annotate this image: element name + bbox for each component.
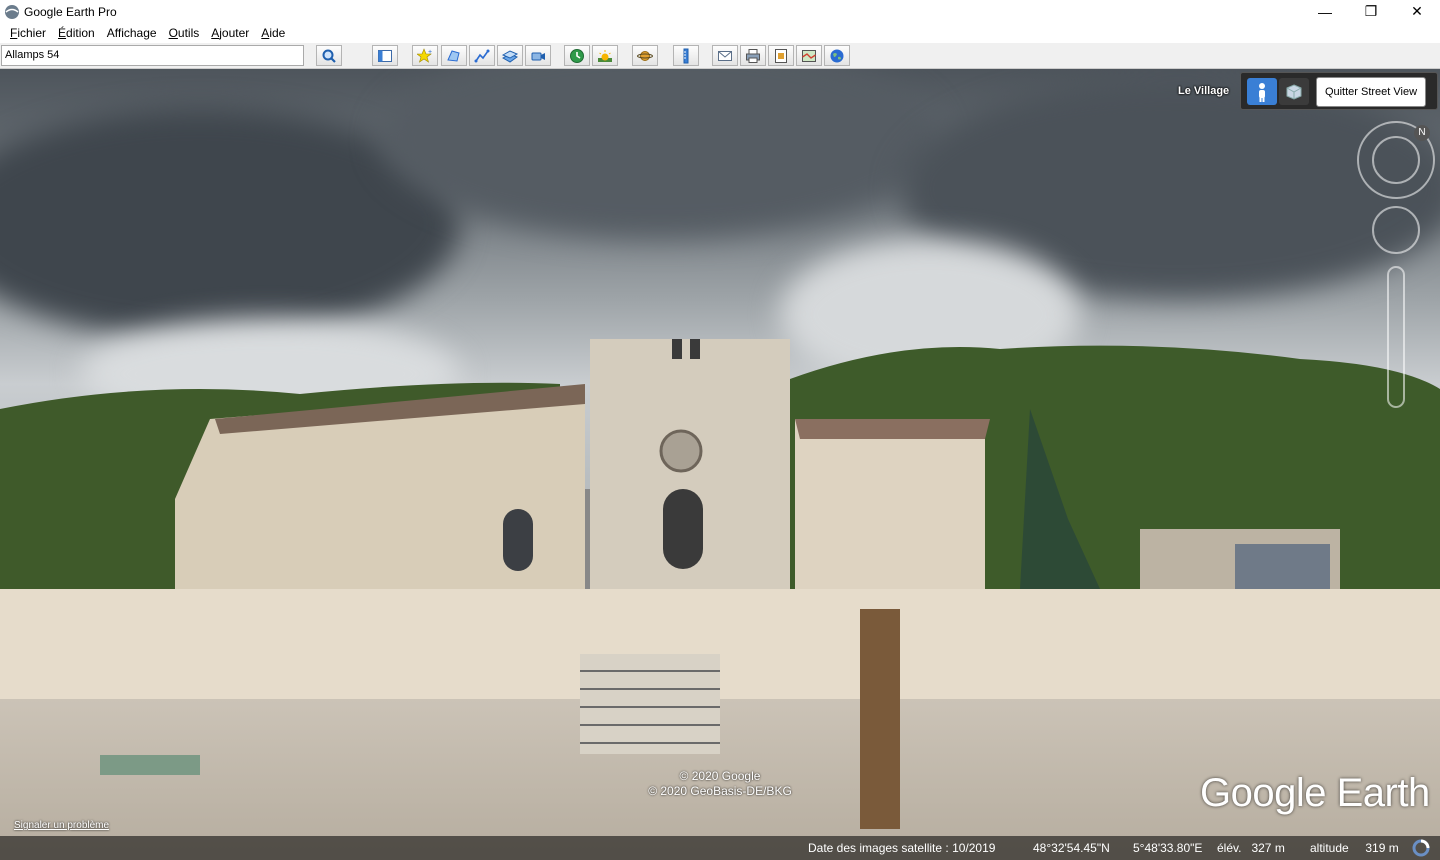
- pegman-icon: [1259, 82, 1265, 102]
- cube-icon: [1286, 83, 1302, 100]
- menu-edition-rest: dition: [66, 26, 95, 40]
- planets-icon: [637, 50, 653, 61]
- menu-ajouter[interactable]: Ajouter: [205, 23, 255, 43]
- ground-and-wall: [0, 589, 1440, 860]
- planets-button[interactable]: [632, 45, 658, 66]
- look-joystick-inner: [1372, 136, 1420, 184]
- streaming-progress-icon: [1412, 839, 1430, 857]
- polygon-icon: [447, 49, 460, 62]
- move-joystick[interactable]: [1372, 206, 1420, 254]
- menu-aide-rest: ide: [269, 26, 286, 40]
- copyright-line-2: © 2020 GeoBasis-DE/BKG: [648, 784, 792, 798]
- location-label: Le Village: [1178, 85, 1230, 97]
- tree-trunk: [860, 609, 900, 829]
- status-bar: Date des images satellite : 10/2019 48°3…: [0, 836, 1440, 860]
- menu-aide[interactable]: Aide: [255, 23, 291, 43]
- latitude-readout: 48°32'54.45"N: [1033, 841, 1110, 855]
- cemetery-wall: [0, 589, 1440, 699]
- google-earth-logo: Google Earth: [1200, 771, 1430, 815]
- copyright-text: © 2020 Google © 2020 GeoBasis-DE/BKG: [640, 769, 800, 799]
- placemark-icon: +: [417, 47, 432, 63]
- earth-button[interactable]: [824, 45, 850, 66]
- report-problem-link[interactable]: Signaler un problème: [14, 820, 109, 831]
- menu-ajouter-rest: jouter: [219, 26, 250, 40]
- restore-button[interactable]: ❐: [1348, 0, 1394, 23]
- placemark-button[interactable]: +: [412, 45, 438, 66]
- record-tour-button[interactable]: [525, 45, 551, 66]
- maps-icon: [802, 49, 816, 62]
- cloud-shape: [380, 69, 940, 239]
- print-button[interactable]: [740, 45, 766, 66]
- historical-imagery-icon: [570, 48, 584, 63]
- street-view-viewport[interactable]: Le Village Quitter Street View N © 2020 …: [0, 69, 1440, 860]
- park-bench: [100, 755, 200, 775]
- overlay-icon: [502, 49, 518, 63]
- photo-view-toggle[interactable]: [1279, 78, 1309, 105]
- path-icon: [474, 49, 490, 62]
- imagery-date: Date des images satellite : 10/2019: [808, 841, 996, 855]
- ground-level-toggle[interactable]: [1247, 78, 1277, 105]
- email-button[interactable]: [712, 45, 738, 66]
- view-in-maps-button[interactable]: [796, 45, 822, 66]
- search-button[interactable]: [316, 45, 342, 66]
- compass-north-marker[interactable]: N: [1414, 125, 1430, 141]
- sidebar-icon: [378, 49, 392, 62]
- search-input[interactable]: Allamps 54: [1, 45, 304, 66]
- longitude-readout: 5°48'33.80"E: [1133, 841, 1203, 855]
- ruler-icon: [683, 48, 689, 63]
- minimize-button[interactable]: —: [1302, 0, 1348, 23]
- search-icon: [322, 49, 336, 63]
- menu-outils-rest: utils: [177, 26, 200, 40]
- svg-text:+: +: [428, 49, 432, 56]
- image-overlay-button[interactable]: [497, 45, 523, 66]
- email-icon: [718, 50, 732, 61]
- tour-icon: [531, 52, 545, 60]
- stone-steps: [580, 654, 720, 754]
- menu-bar: Fichier Édition Affichage Outils Ajouter…: [0, 23, 1440, 43]
- window-title: Google Earth Pro: [24, 4, 117, 19]
- sunlight-icon: [598, 49, 612, 62]
- copyright-line-1: © 2020 Google: [679, 769, 761, 783]
- save-image-button[interactable]: [768, 45, 794, 66]
- polygon-button[interactable]: [441, 45, 467, 66]
- window-controls: — ❐ ✕: [1302, 0, 1440, 23]
- altitude-readout: altitude 319 m: [1310, 841, 1399, 855]
- google-earth-app-icon: [5, 4, 19, 19]
- menu-outils-accel: O: [168, 26, 178, 40]
- quit-street-view-button[interactable]: Quitter Street View: [1316, 77, 1426, 107]
- menu-outils[interactable]: Outils: [163, 23, 206, 43]
- close-button[interactable]: ✕: [1394, 0, 1440, 23]
- path-button[interactable]: [469, 45, 495, 66]
- menu-fichier-rest: ichier: [17, 26, 47, 40]
- earth-icon: [830, 49, 844, 62]
- title-bar: Google Earth Pro — ❐ ✕: [0, 0, 1440, 23]
- menu-affichage-label: Affichage: [106, 26, 157, 40]
- menu-affichage[interactable]: Affichage: [101, 23, 163, 43]
- print-icon: [746, 48, 760, 63]
- ruler-button[interactable]: [673, 45, 699, 66]
- zoom-slider[interactable]: [1387, 266, 1405, 408]
- sidebar-button[interactable]: [372, 45, 398, 66]
- menu-fichier[interactable]: Fichier: [4, 23, 52, 43]
- menu-edition-accel: É: [58, 26, 67, 40]
- historical-imagery-button[interactable]: [564, 45, 590, 66]
- menu-edition[interactable]: Édition: [52, 23, 101, 43]
- elevation-readout: élév. 327 m: [1217, 841, 1285, 855]
- sunlight-button[interactable]: [592, 45, 618, 66]
- save-image-icon: [775, 48, 787, 63]
- toolbar: Allamps 54 +: [0, 43, 1440, 69]
